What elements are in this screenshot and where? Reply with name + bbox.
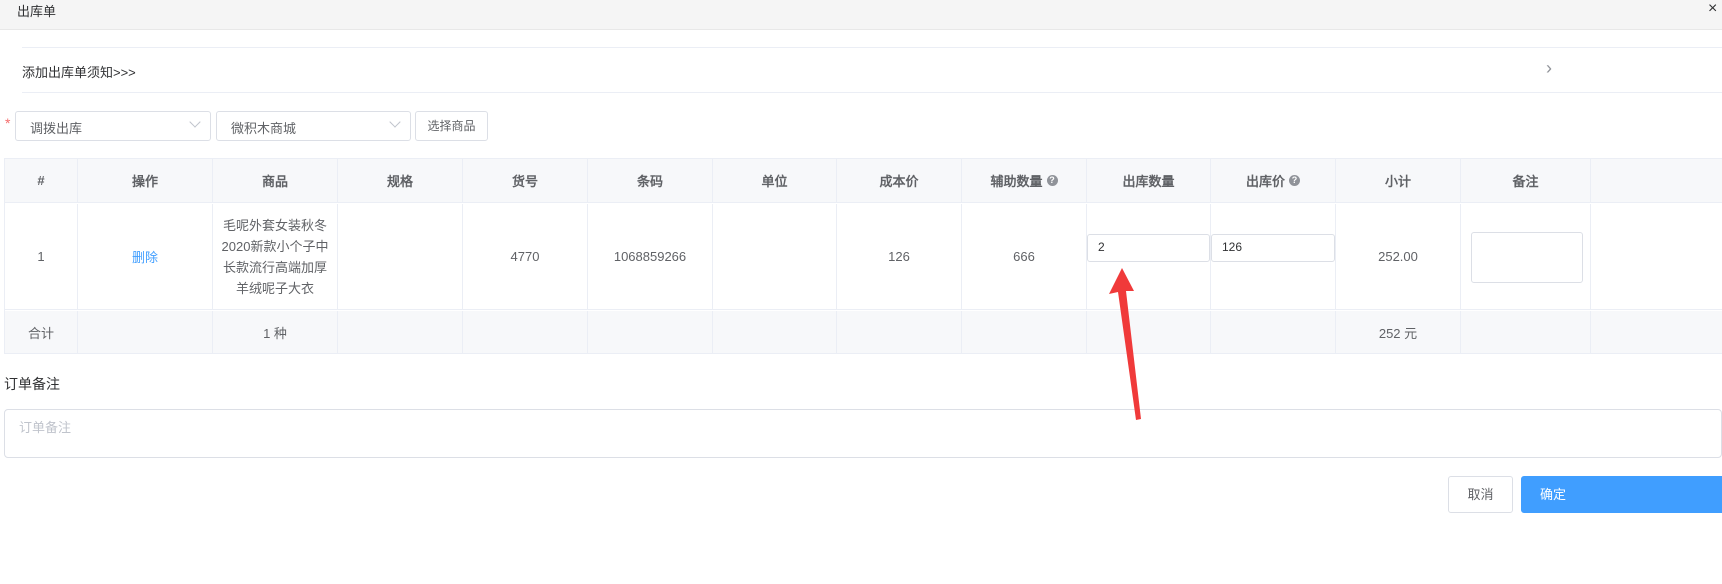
- header-op: 操作: [78, 159, 213, 202]
- total-empty-cell: [1211, 311, 1336, 353]
- cancel-button[interactable]: 取消: [1448, 476, 1513, 513]
- chevron-down-icon: [389, 116, 401, 128]
- outbound-type-value: 调拨出库: [30, 121, 83, 136]
- out-qty-input[interactable]: 2: [1087, 234, 1210, 262]
- header-cost: 成本价: [837, 159, 962, 202]
- header-aux-qty-label: 辅助数量: [990, 174, 1043, 189]
- total-empty-cell: [962, 311, 1087, 353]
- store-value: 微积木商城: [231, 121, 297, 136]
- header-out-price: 出库价?: [1211, 159, 1336, 202]
- goods-cell: 毛呢外套女装秋冬2020新款小个子中长款流行高端加厚羊绒呢子大衣: [213, 204, 338, 309]
- help-icon[interactable]: ?: [1289, 175, 1300, 186]
- header-out-price-label: 出库价: [1245, 174, 1285, 189]
- memo-cell: [1461, 204, 1591, 309]
- annotation-arrow-icon: [1109, 268, 1141, 420]
- total-empty-cell: [463, 311, 588, 353]
- store-select[interactable]: 微积木商城: [216, 111, 411, 141]
- annotation-arrow-shape: [1109, 268, 1141, 420]
- header-unit: 单位: [713, 159, 837, 202]
- goods-table: # 操作 商品 规格 货号 条码 单位 成本价 辅助数量? 出库数量 出库价? …: [4, 158, 1722, 354]
- unit-cell: [713, 204, 837, 309]
- chevron-down-icon: [189, 116, 201, 128]
- order-memo-label: 订单备注: [4, 376, 60, 392]
- item-no-cell: 4770: [463, 204, 588, 309]
- out-price-cell: 126: [1211, 204, 1336, 309]
- total-goods: 1 种: [213, 311, 338, 353]
- choose-goods-button[interactable]: 选择商品: [415, 111, 488, 141]
- table-row: 1 删除 毛呢外套女装秋冬2020新款小个子中长款流行高端加厚羊绒呢子大衣 47…: [5, 204, 1722, 310]
- total-empty-cell: [713, 311, 837, 353]
- cost-cell: 126: [837, 204, 962, 309]
- confirm-button[interactable]: 确定: [1521, 476, 1722, 513]
- order-memo-textarea[interactable]: 订单备注: [4, 409, 1722, 458]
- header-memo: 备注: [1461, 159, 1591, 202]
- header-index: #: [5, 159, 78, 202]
- total-empty-cell: [588, 311, 713, 353]
- required-mark: *: [5, 115, 11, 131]
- table-header-row: # 操作 商品 规格 货号 条码 单位 成本价 辅助数量? 出库数量 出库价? …: [5, 159, 1722, 203]
- row-memo-textarea[interactable]: [1471, 232, 1583, 283]
- goods-name: 毛呢外套女装秋冬2020新款小个子中长款流行高端加厚羊绒呢子大衣: [221, 217, 329, 296]
- total-empty-cell: [1461, 311, 1591, 353]
- close-icon[interactable]: ×: [1708, 0, 1717, 18]
- header-barcode: 条码: [588, 159, 713, 202]
- header-subtotal: 小计: [1336, 159, 1461, 202]
- out-price-input[interactable]: 126: [1211, 234, 1335, 262]
- delete-cell: 删除: [78, 204, 213, 309]
- chevron-right-icon: ›: [1546, 58, 1552, 78]
- header-item-no: 货号: [463, 159, 588, 202]
- dialog-title-bar: [0, 0, 1722, 30]
- header-aux-qty: 辅助数量?: [962, 159, 1087, 202]
- dialog-title: 出库单: [17, 4, 57, 19]
- row-index: 1: [5, 204, 78, 309]
- total-label: 合计: [5, 311, 78, 353]
- table-total-row: 合计 1 种 252 元: [5, 311, 1722, 354]
- total-subtotal: 252 元: [1336, 311, 1461, 353]
- header-spec: 规格: [338, 159, 463, 202]
- barcode-cell: 1068859266: [588, 204, 713, 309]
- aux-qty-cell: 666: [962, 204, 1087, 309]
- header-out-qty: 出库数量: [1087, 159, 1211, 202]
- delete-link[interactable]: 删除: [132, 247, 158, 266]
- order-memo-placeholder: 订单备注: [19, 420, 72, 435]
- total-empty-cell: [338, 311, 463, 353]
- notice-row[interactable]: 添加出库单须知>>> ›: [22, 47, 1722, 93]
- total-op-cell: [78, 311, 213, 353]
- header-goods: 商品: [213, 159, 338, 202]
- total-empty-cell: [837, 311, 962, 353]
- help-icon[interactable]: ?: [1046, 175, 1058, 186]
- notice-link[interactable]: 添加出库单须知>>>: [22, 62, 136, 81]
- spec-cell: [338, 204, 463, 309]
- subtotal-cell: 252.00: [1336, 204, 1461, 309]
- outbound-type-select[interactable]: 调拨出库: [15, 111, 211, 141]
